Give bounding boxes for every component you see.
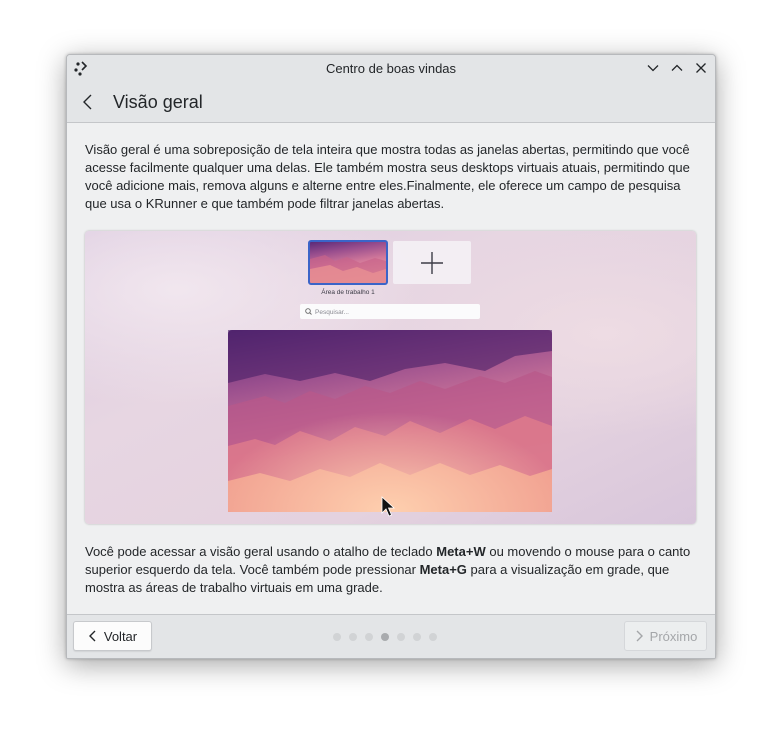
- window-preview[interactable]: [228, 330, 552, 512]
- page-content: Visão geral é uma sobreposição de tela i…: [67, 123, 715, 614]
- shortcut-paragraph: Você pode acessar a visão geral usando o…: [85, 543, 697, 597]
- page-dot[interactable]: [413, 633, 421, 641]
- shortcut-key-grid: Meta+G: [419, 562, 467, 577]
- page-dot[interactable]: [365, 633, 373, 641]
- search-placeholder: Pesquisar...: [315, 309, 349, 316]
- close-icon[interactable]: [693, 60, 709, 76]
- chevron-left-icon: [88, 630, 96, 642]
- window-title: Centro de boas vindas: [325, 61, 457, 76]
- back-button-label: Voltar: [103, 628, 138, 644]
- chevron-right-icon: [636, 630, 643, 642]
- page-dot[interactable]: [349, 633, 357, 641]
- welcome-center-window: Centro de boas vindas Visão geral Visão …: [66, 54, 716, 659]
- page-dot[interactable]: [429, 633, 437, 641]
- footer-bar: Voltar Próximo: [67, 614, 715, 658]
- desktop-label: Área de trabalho 1: [321, 287, 375, 296]
- overview-preview-graphic: Área de trabalho 1 Pesquisar...: [85, 231, 696, 524]
- chevron-down-icon[interactable]: [645, 60, 661, 76]
- add-desktop-button[interactable]: [393, 241, 471, 284]
- back-arrow-icon[interactable]: [81, 92, 95, 112]
- page-title: Visão geral: [113, 92, 203, 112]
- shortcut-key-overview: Meta+W: [436, 544, 486, 559]
- virtual-desktop-thumbnail[interactable]: [308, 240, 388, 285]
- back-button[interactable]: Voltar: [73, 621, 152, 651]
- page-dot[interactable]: [333, 633, 341, 641]
- page-dot[interactable]: [397, 633, 405, 641]
- intro-paragraph: Visão geral é uma sobreposição de tela i…: [85, 142, 690, 211]
- next-button[interactable]: Próximo: [624, 621, 707, 651]
- page-indicator: [333, 633, 437, 641]
- title-bar[interactable]: Centro de boas vindas: [67, 55, 715, 82]
- overview-preview-image: Área de trabalho 1 Pesquisar...: [85, 231, 696, 524]
- shortcut-text-part1: Você pode acessar a visão geral usando o…: [85, 544, 437, 559]
- chevron-up-icon[interactable]: [669, 60, 685, 76]
- page-dot-current[interactable]: [381, 633, 389, 641]
- search-field[interactable]: Pesquisar...: [300, 304, 480, 319]
- page-header: Visão geral: [67, 82, 715, 123]
- next-button-label: Próximo: [649, 628, 698, 644]
